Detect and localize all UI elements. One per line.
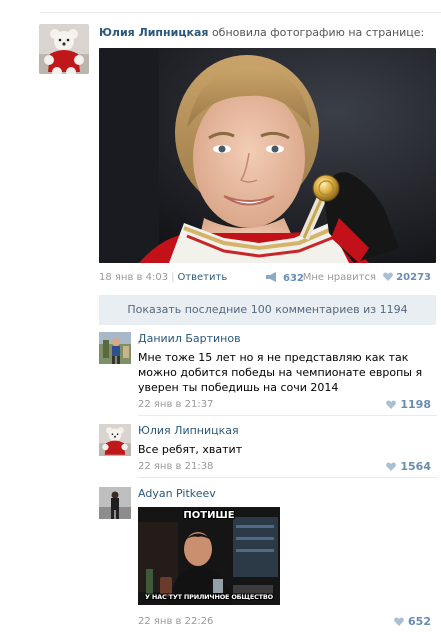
teddy-bear-avatar-image bbox=[39, 24, 89, 74]
post-author-name[interactable]: Юлия Липницкая bbox=[99, 26, 208, 39]
heart-icon bbox=[386, 462, 397, 471]
comment-author-name[interactable]: Adyan Pitkeev bbox=[138, 487, 216, 500]
top-divider bbox=[40, 12, 441, 13]
post-like-count: 20273 bbox=[396, 272, 431, 283]
heart-icon bbox=[394, 617, 404, 626]
user-photo-avatar bbox=[99, 332, 131, 364]
show-more-comments-button[interactable]: Показать последние 100 комментариев из 1… bbox=[99, 295, 436, 325]
post-header: Юлия Липницкая обновила фотографию на ст… bbox=[99, 26, 439, 39]
post-date[interactable]: 18 янв в 4:03 bbox=[99, 272, 168, 283]
comment-divider bbox=[138, 415, 437, 416]
comment-author-avatar[interactable] bbox=[99, 332, 131, 364]
post-like-button[interactable]: Мне нравится 20273 bbox=[303, 272, 431, 283]
post-author-avatar[interactable] bbox=[39, 24, 89, 74]
post-meta-row: 18 янв в 4:03 | Ответить 632 Мне нравится … bbox=[99, 272, 437, 286]
meme-photo bbox=[138, 507, 280, 605]
reply-link[interactable]: Ответить bbox=[177, 272, 227, 283]
comment-author-name[interactable]: Юлия Липницкая bbox=[138, 424, 239, 437]
comment-date[interactable]: 22 янв в 22:26 bbox=[138, 616, 213, 627]
meme-bottom-caption: У НАС ТУТ ПРИЛИЧНОЕ ОБЩЕСТВО bbox=[145, 593, 273, 601]
meme-top-caption: ПОТИШЕ bbox=[183, 510, 235, 521]
teddy-bear-avatar-image bbox=[99, 424, 131, 456]
meta-separator: | bbox=[171, 272, 175, 283]
skater-with-medal-photo bbox=[99, 48, 436, 263]
post-action-text: обновила фотографию на странице: bbox=[211, 26, 425, 39]
comment-like-count: 652 bbox=[408, 615, 431, 628]
comment-like-count: 1198 bbox=[400, 398, 431, 411]
share-count: 632 bbox=[283, 273, 304, 284]
comment-date[interactable]: 22 янв в 21:38 bbox=[138, 461, 213, 472]
comment-text: Все ребят, хватит bbox=[138, 443, 243, 456]
user-photo-avatar bbox=[99, 487, 131, 519]
heart-icon bbox=[386, 400, 397, 409]
comment-author-avatar[interactable] bbox=[99, 487, 131, 519]
heart-icon bbox=[383, 272, 394, 281]
comment-item: Юлия Липницкая Все ребят, хватит 22 янв … bbox=[99, 424, 437, 474]
comment-item: Даниил Бартинов Мне тоже 15 лет но я не … bbox=[99, 332, 437, 412]
comment-author-avatar[interactable] bbox=[99, 424, 131, 456]
comment-divider bbox=[138, 477, 437, 478]
comment-meme-image[interactable]: ПОТИШЕ У НАС ТУТ ПРИЛИЧНОЕ ОБЩЕСТВО bbox=[138, 507, 280, 605]
comment-like-button[interactable]: 652 bbox=[394, 615, 431, 628]
comment-item: Adyan Pitkeev ПОТИШЕ У НАС ТУТ ПРИЛИЧНОЕ… bbox=[99, 487, 437, 632]
comment-date[interactable]: 22 янв в 21:37 bbox=[138, 399, 213, 410]
comment-author-name[interactable]: Даниил Бартинов bbox=[138, 332, 241, 345]
comment-like-count: 1564 bbox=[400, 460, 431, 473]
post-photo[interactable] bbox=[99, 48, 436, 263]
comment-text: Мне тоже 15 лет но я не представляю как … bbox=[138, 351, 423, 394]
megaphone-icon bbox=[266, 272, 276, 282]
comment-like-button[interactable]: 1564 bbox=[386, 460, 431, 473]
like-label: Мне нравится bbox=[302, 272, 377, 283]
share-button[interactable]: 632 bbox=[265, 272, 304, 284]
comment-like-button[interactable]: 1198 bbox=[386, 398, 431, 411]
